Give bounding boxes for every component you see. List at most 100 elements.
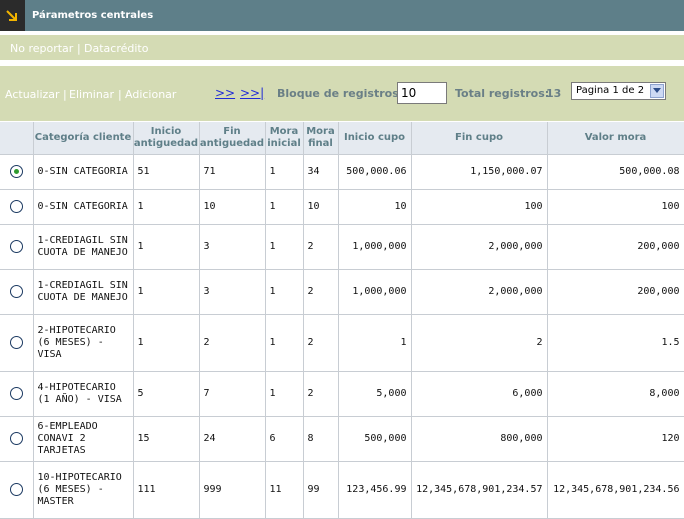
cell-mora-inicial: 1: [265, 371, 304, 417]
column-header-inicio-cupo[interactable]: Inicio cupo: [338, 122, 412, 155]
page-select[interactable]: Pagina 1 de 2: [571, 82, 666, 100]
cell-mora-inicial: 1: [265, 314, 304, 372]
table-row[interactable]: 6-EMPLEADO CONAVI 2 TARJETAS 15 24 6 8 500,00…: [0, 416, 684, 462]
cell-inicio-antiguedad: 1: [133, 314, 200, 372]
cell-inicio-antiguedad: 1: [133, 269, 200, 315]
cell-mora-final: 34: [303, 154, 339, 190]
row-select-radio[interactable]: [9, 431, 23, 445]
cell-mora-inicial: 11: [265, 461, 304, 519]
row-select-cell[interactable]: [0, 461, 34, 519]
cell-fin-antiguedad: 7: [199, 371, 266, 417]
sub-navigation: No reportar | Datacrédito: [0, 35, 684, 60]
cell-inicio-antiguedad: 51: [133, 154, 200, 190]
row-select-cell[interactable]: [0, 189, 34, 225]
cell-mora-final: 10: [303, 189, 339, 225]
cell-categoria: 6-EMPLEADO CONAVI 2 TARJETAS: [33, 416, 134, 462]
row-select-radio[interactable]: [9, 164, 23, 178]
cell-inicio-antiguedad: 15: [133, 416, 200, 462]
row-select-radio[interactable]: [9, 239, 23, 253]
table-row[interactable]: 4-HIPOTECARIO (1 AÑO) - VISA 5 7 1 2 5,000 6,0…: [0, 371, 684, 417]
cell-categoria: 0-SIN CATEGORIA: [33, 154, 134, 190]
cell-valor-mora: 1.5: [547, 314, 684, 372]
cell-mora-inicial: 1: [265, 154, 304, 190]
row-select-radio[interactable]: [9, 199, 23, 213]
cell-inicio-antiguedad: 111: [133, 461, 200, 519]
column-header-mora-inicial[interactable]: Mora inicial: [265, 122, 304, 155]
cell-mora-final: 8: [303, 416, 339, 462]
cell-inicio-cupo: 1,000,000: [338, 269, 412, 315]
cell-inicio-cupo: 5,000: [338, 371, 412, 417]
cell-mora-inicial: 1: [265, 269, 304, 315]
cell-mora-inicial: 1: [265, 189, 304, 225]
table-row[interactable]: 1-CREDIAGIL SIN CUOTA DE MANEJO 1 3 1 2 1,000…: [0, 224, 684, 270]
cell-fin-cupo: 12,345,678,901,234.57: [411, 461, 548, 519]
row-select-cell[interactable]: [0, 314, 34, 372]
total-registros-label: Total registros:: [455, 87, 550, 100]
title-bar: Párametros centrales: [0, 0, 684, 31]
column-header-inicio-antiguedad[interactable]: Inicio antiguedad: [133, 122, 200, 155]
actualizar-button[interactable]: Actualizar: [5, 88, 60, 101]
parameters-table: Categoría cliente Inicio antiguedad Fin …: [0, 122, 684, 519]
cell-fin-antiguedad: 3: [199, 224, 266, 270]
cell-fin-cupo: 2: [411, 314, 548, 372]
cell-fin-antiguedad: 3: [199, 269, 266, 315]
datacredito-link[interactable]: Datacrédito: [84, 42, 148, 55]
adicionar-button[interactable]: Adicionar: [125, 88, 176, 101]
cell-mora-inicial: 1: [265, 224, 304, 270]
cell-fin-cupo: 6,000: [411, 371, 548, 417]
cell-valor-mora: 200,000: [547, 224, 684, 270]
row-select-radio[interactable]: [9, 284, 23, 298]
cell-fin-cupo: 2,000,000: [411, 269, 548, 315]
total-registros-value: 13: [546, 87, 562, 100]
column-header-valor-mora[interactable]: Valor mora: [547, 122, 684, 155]
cell-mora-final: 2: [303, 269, 339, 315]
cell-mora-final: 2: [303, 314, 339, 372]
row-select-cell[interactable]: [0, 224, 34, 270]
divider: [0, 31, 684, 34]
cell-valor-mora: 12,345,678,901,234.56: [547, 461, 684, 519]
cell-fin-cupo: 100: [411, 189, 548, 225]
cell-categoria: 1-CREDIAGIL SIN CUOTA DE MANEJO: [33, 224, 134, 270]
bloque-registros-input[interactable]: [397, 82, 447, 104]
cell-fin-antiguedad: 71: [199, 154, 266, 190]
eliminar-button[interactable]: Eliminar: [69, 88, 114, 101]
column-header-fin-cupo[interactable]: Fin cupo: [411, 122, 548, 155]
cell-valor-mora: 100: [547, 189, 684, 225]
cell-fin-antiguedad: 24: [199, 416, 266, 462]
row-select-radio[interactable]: [9, 335, 23, 349]
cell-categoria: 2-HIPOTECARIO (6 MESES) - VISA: [33, 314, 134, 372]
row-select-cell[interactable]: [0, 416, 34, 462]
cell-inicio-cupo: 123,456.99: [338, 461, 412, 519]
no-reportar-link[interactable]: No reportar: [10, 42, 73, 55]
row-select-cell[interactable]: [0, 371, 34, 417]
table-row[interactable]: 1-CREDIAGIL SIN CUOTA DE MANEJO 1 3 1 2 1,000…: [0, 269, 684, 315]
table-row[interactable]: 0-SIN CATEGORIA 1 10 1 10 10 100 100: [0, 189, 684, 225]
column-header-fin-antiguedad[interactable]: Fin antiguedad: [199, 122, 266, 155]
column-header-select: [0, 122, 34, 155]
cell-inicio-antiguedad: 5: [133, 371, 200, 417]
table-row[interactable]: 10-HIPOTECARIO (6 MESES) - MASTER 111 999 1…: [0, 461, 684, 519]
cell-mora-final: 2: [303, 224, 339, 270]
cell-valor-mora: 500,000.08: [547, 154, 684, 190]
cell-mora-inicial: 6: [265, 416, 304, 462]
table-row[interactable]: 2-HIPOTECARIO (6 MESES) - VISA 1 2 1 2 1 2 1.5: [0, 314, 684, 372]
cell-fin-cupo: 1,150,000.07: [411, 154, 548, 190]
chevron-down-icon[interactable]: [650, 84, 664, 98]
page-title: Párametros centrales: [32, 10, 154, 21]
column-header-mora-final[interactable]: Mora final: [303, 122, 339, 155]
cell-categoria: 10-HIPOTECARIO (6 MESES) - MASTER: [33, 461, 134, 519]
row-select-cell[interactable]: [0, 154, 34, 190]
next-page-link[interactable]: >>: [215, 86, 235, 100]
cell-valor-mora: 120: [547, 416, 684, 462]
cell-mora-final: 2: [303, 371, 339, 417]
row-select-radio[interactable]: [9, 482, 23, 496]
row-select-radio[interactable]: [9, 386, 23, 400]
table-row[interactable]: 0-SIN CATEGORIA 51 71 1 34 500,000.06 1,150,00…: [0, 154, 684, 190]
column-header-categoria[interactable]: Categoría cliente: [33, 122, 134, 155]
cell-inicio-antiguedad: 1: [133, 224, 200, 270]
cell-inicio-cupo: 500,000.06: [338, 154, 412, 190]
cell-inicio-cupo: 1,000,000: [338, 224, 412, 270]
row-select-cell[interactable]: [0, 269, 34, 315]
last-page-link[interactable]: >>|: [240, 86, 264, 100]
cell-inicio-antiguedad: 1: [133, 189, 200, 225]
